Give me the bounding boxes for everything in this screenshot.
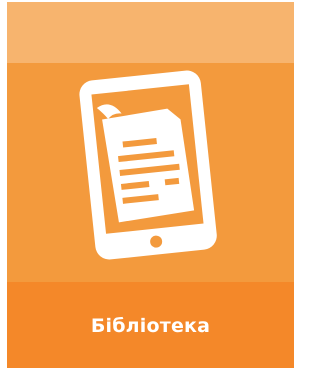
ebook-reader-icon [79,70,217,260]
tile-top-band [7,2,294,63]
library-tile[interactable]: Бібліотека [7,2,294,368]
tile-label-band: Бібліотека [7,282,294,368]
tile-label: Бібліотека [90,315,211,337]
